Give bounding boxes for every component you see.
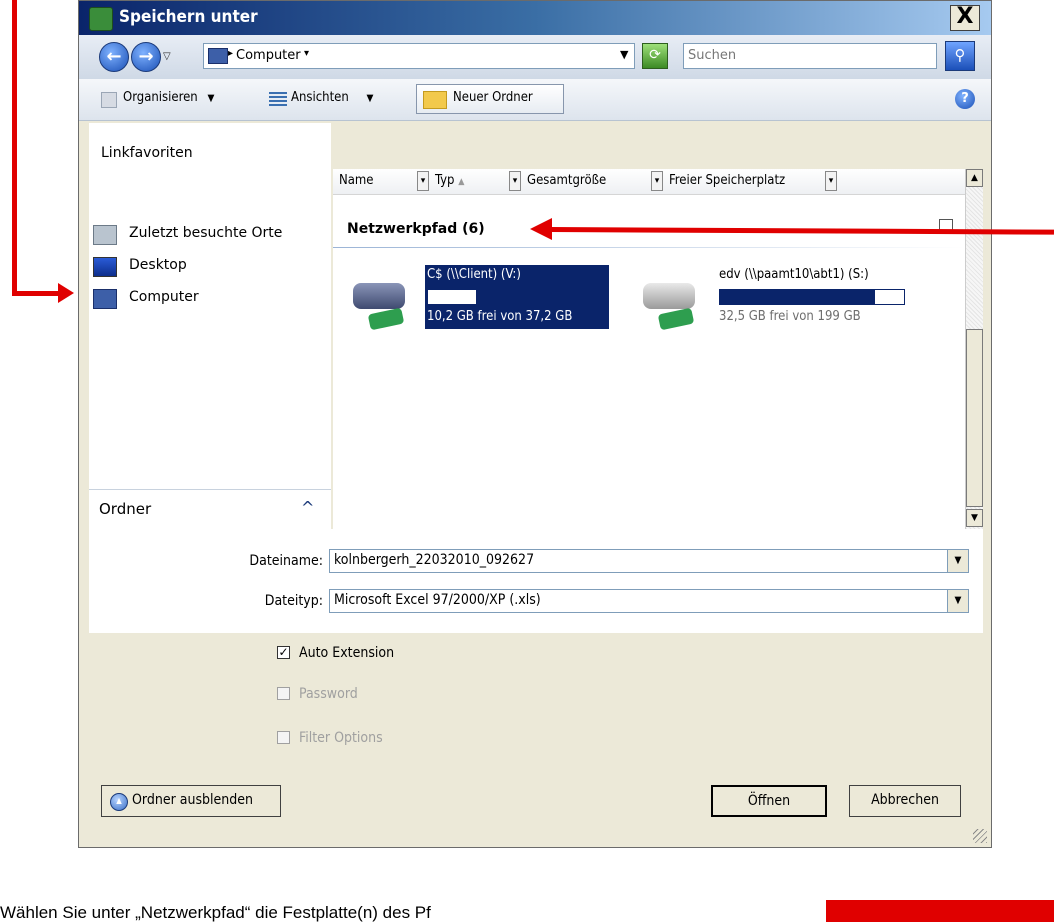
vertical-scrollbar[interactable]: ▲ ▼	[965, 169, 983, 529]
favorite-desktop[interactable]: Desktop	[93, 255, 323, 279]
folders-toggle[interactable]: Ordner ^	[89, 489, 331, 529]
filter-options-checkbox[interactable]	[277, 731, 290, 744]
back-button[interactable]: ←	[99, 42, 129, 72]
drive-item-edv[interactable]	[641, 273, 711, 337]
views-icon	[269, 92, 287, 106]
resize-grip-icon[interactable]	[973, 829, 987, 843]
drive-free-space: 32,5 GB frei von 199 GB	[719, 309, 861, 324]
chevron-down-icon[interactable]: ▼	[947, 590, 968, 612]
column-header: Name ▾ Typ ▲ ▾ Gesamtgröße ▾ Freier Spei…	[333, 169, 965, 195]
filename-field[interactable]: kolnbergerh_22032010_092627 ▼	[329, 549, 969, 573]
organize-label: Organisieren	[123, 90, 198, 105]
chevron-down-icon: ▼	[207, 93, 215, 104]
auto-extension-checkbox[interactable]: ✓	[277, 646, 290, 659]
address-row: ← → ▽ ▸ Computer ▾ ▼ ⟳ Suchen ⚲	[79, 35, 991, 79]
chevron-up-icon: ^	[301, 498, 315, 517]
filetype-label: Dateityp:	[264, 593, 323, 609]
scroll-down-icon[interactable]: ▼	[966, 509, 983, 527]
filename-value: kolnbergerh_22032010_092627	[334, 552, 535, 568]
excel-icon	[89, 7, 113, 31]
search-icon[interactable]: ⚲	[945, 41, 975, 71]
file-form: Dateiname: kolnbergerh_22032010_092627 ▼…	[89, 529, 983, 633]
organize-menu[interactable]: Organisieren ▼	[123, 90, 214, 105]
favorite-label: Zuletzt besuchte Orte	[129, 225, 283, 241]
help-icon[interactable]: ?	[955, 89, 975, 109]
drive-usage-bar	[719, 289, 905, 305]
favorite-label: Computer	[129, 289, 199, 305]
title-bar: Speichern unter X	[79, 1, 991, 35]
collapse-icon: ▲	[110, 793, 128, 811]
history-dropdown-icon[interactable]: ▽	[163, 51, 171, 62]
column-filter-icon[interactable]: ▾	[825, 171, 837, 191]
recent-places-icon	[93, 225, 117, 245]
scroll-up-icon[interactable]: ▲	[966, 169, 983, 187]
views-label: Ansichten	[291, 90, 349, 105]
column-filter-icon[interactable]: ▾	[651, 171, 663, 191]
refresh-button[interactable]: ⟳	[642, 43, 668, 69]
views-menu[interactable]: Ansichten ▼	[291, 90, 373, 105]
drive-name[interactable]: edv (\\paamt10\abt1) (S:)	[719, 267, 869, 282]
column-type[interactable]: Typ ▲	[435, 173, 464, 188]
auto-extension-label: Auto Extension	[299, 645, 395, 661]
network-drive-icon	[641, 273, 701, 333]
favorite-recent-places[interactable]: Zuletzt besuchte Orte	[93, 223, 323, 247]
hide-folders-label: Ordner ausblenden	[132, 792, 253, 808]
open-button[interactable]: Öffnen	[711, 785, 827, 817]
chevron-down-icon: ▼	[366, 93, 374, 104]
chevron-down-icon[interactable]: ▼	[947, 550, 968, 572]
favorites-heading: Linkfavoriten	[101, 145, 193, 161]
computer-icon	[93, 289, 117, 309]
scrollbar-thumb[interactable]	[966, 329, 983, 507]
instruction-text: Wählen Sie unter „Netzwerkpfad“ die Fest…	[0, 903, 431, 922]
address-bar[interactable]: ▸ Computer ▾ ▼	[203, 43, 635, 69]
new-folder-label: Neuer Ordner	[453, 90, 533, 105]
navigation-pane: Linkfavoriten Zuletzt besuchte Orte Desk…	[89, 123, 331, 529]
filetype-select[interactable]: Microsoft Excel 97/2000/XP (.xls) ▼	[329, 589, 969, 613]
annotation-arrow-horizontal	[12, 291, 62, 296]
drive-usage-bar	[427, 289, 605, 305]
new-folder-icon	[423, 91, 447, 109]
search-input[interactable]: Suchen	[683, 43, 937, 69]
favorite-computer[interactable]: Computer	[93, 287, 323, 311]
filter-options-label: Filter Options	[299, 730, 383, 746]
column-filter-icon[interactable]: ▾	[417, 171, 429, 191]
column-name[interactable]: Name	[339, 173, 374, 188]
password-checkbox[interactable]	[277, 687, 290, 700]
new-folder-button[interactable]: Neuer Ordner	[416, 84, 564, 114]
cancel-button[interactable]: Abbrechen	[849, 785, 961, 817]
annotation-bar	[826, 900, 1054, 922]
window-title: Speichern unter	[119, 7, 258, 27]
breadcrumb-dropdown-icon[interactable]: ▾	[304, 48, 309, 59]
breadcrumb[interactable]: Computer	[236, 48, 301, 63]
file-list: Name ▾ Typ ▲ ▾ Gesamtgröße ▾ Freier Spei…	[333, 169, 965, 529]
column-filter-icon[interactable]: ▾	[509, 171, 521, 191]
organize-icon	[101, 92, 117, 108]
address-dropdown-icon[interactable]: ▼	[620, 48, 628, 61]
hide-folders-button[interactable]: ▲ Ordner ausblenden	[101, 785, 281, 817]
column-free-space[interactable]: Freier Speicherplatz	[669, 173, 785, 188]
column-total-size[interactable]: Gesamtgröße	[527, 173, 606, 188]
close-button[interactable]: X	[950, 5, 980, 31]
toolbar: Organisieren ▼ Ansichten ▼ Neuer Ordner …	[79, 79, 991, 121]
save-as-dialog: Speichern unter X ← → ▽ ▸ Computer ▾ ▼ ⟳…	[78, 0, 992, 848]
computer-icon	[208, 48, 228, 64]
annotation-arrowhead-left	[58, 283, 74, 303]
group-divider	[333, 247, 965, 248]
desktop-icon	[93, 257, 117, 277]
annotation-arrowhead-left	[530, 218, 552, 240]
favorite-label: Desktop	[129, 257, 187, 273]
password-label: Password	[299, 686, 358, 702]
breadcrumb-arrow-icon[interactable]: ▸	[228, 48, 233, 59]
forward-button[interactable]: →	[131, 42, 161, 72]
filename-label: Dateiname:	[249, 553, 323, 569]
filetype-value: Microsoft Excel 97/2000/XP (.xls)	[334, 592, 541, 608]
folders-label: Ordner	[99, 500, 152, 518]
group-header[interactable]: Netzwerkpfad (6)	[347, 221, 485, 237]
drive-name: C$ (\\Client) (V:)	[427, 267, 521, 282]
annotation-arrow-vertical	[12, 0, 17, 296]
drive-free-space: 10,2 GB frei von 37,2 GB	[427, 309, 573, 324]
network-drive-icon	[351, 273, 411, 333]
